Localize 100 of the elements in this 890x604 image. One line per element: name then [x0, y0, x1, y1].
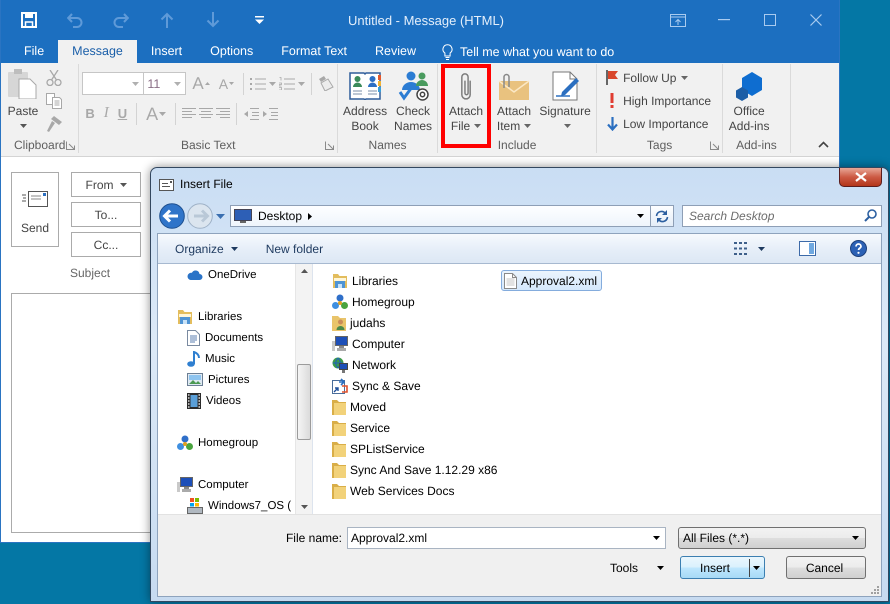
- file-item[interactable]: Moved: [329, 396, 392, 417]
- help-icon[interactable]: [850, 240, 867, 257]
- preview-pane-icon[interactable]: [799, 241, 816, 256]
- signature-document-icon: [550, 71, 580, 101]
- nav-scrollbar[interactable]: [295, 264, 312, 514]
- folder-icon: [332, 440, 346, 456]
- file-name-field[interactable]: Approval2.xml: [347, 527, 666, 549]
- ribbon-tab[interactable]: Options: [196, 40, 268, 63]
- maximize-icon[interactable]: [764, 14, 776, 26]
- tag-option[interactable]: Follow Up: [604, 66, 714, 89]
- dropdown-caret-icon[interactable]: [637, 214, 644, 218]
- scroll-up-icon[interactable]: [300, 269, 308, 273]
- globe-monitor-icon: [332, 356, 348, 372]
- ribbon-tab[interactable]: Format Text: [267, 40, 362, 63]
- folder-icon: [332, 462, 346, 478]
- organize-button[interactable]: Organize: [175, 242, 238, 256]
- message-body-field[interactable]: [11, 293, 153, 533]
- close-icon: [854, 172, 866, 182]
- ribbon-button[interactable]: Address Book: [341, 68, 390, 134]
- group-label: Names: [368, 138, 407, 152]
- nav-tree-item[interactable]: Music: [158, 348, 295, 369]
- caret-icon[interactable]: [758, 246, 765, 250]
- group-label: Include: [498, 138, 536, 152]
- file-item[interactable]: Sync And Save 1.12.29 x86: [329, 459, 502, 480]
- ribbon-button[interactable]: Attach Item: [494, 68, 534, 134]
- cc-button[interactable]: Cc...: [71, 232, 141, 257]
- insert-split-button[interactable]: Insert: [680, 556, 765, 579]
- to-button[interactable]: To...: [71, 202, 141, 227]
- nav-tree-item[interactable]: Videos: [158, 390, 295, 411]
- sync-shortcut-icon: [332, 378, 348, 394]
- nav-tree-item[interactable]: OneDrive: [158, 264, 295, 285]
- address-bar[interactable]: Desktop: [230, 205, 650, 227]
- people-check-icon: [398, 71, 429, 101]
- file-item[interactable]: Libraries: [329, 270, 404, 291]
- file-type-dropdown[interactable]: All Files (*.*): [678, 527, 866, 549]
- music-note-icon: [187, 350, 200, 366]
- nav-tree-item[interactable]: Computer: [158, 474, 295, 495]
- ribbon-tab[interactable]: File: [10, 40, 58, 63]
- close-icon[interactable]: [810, 14, 822, 26]
- save-icon[interactable]: [21, 12, 37, 28]
- tag-option[interactable]: Low Importance: [604, 112, 714, 135]
- minimize-icon[interactable]: [718, 19, 730, 21]
- attach-file-button[interactable]: Attach File: [445, 68, 488, 134]
- ribbon-tab[interactable]: Message: [58, 40, 137, 63]
- dropdown-caret-icon[interactable]: [653, 536, 660, 540]
- file-item[interactable]: Web Services Docs: [329, 480, 460, 501]
- customize-icon[interactable]: [254, 16, 264, 24]
- search-field[interactable]: Search Desktop: [682, 205, 882, 227]
- ribbon-button[interactable]: Office Add-ins: [726, 68, 772, 134]
- file-item[interactable]: Sync & Save: [329, 375, 426, 396]
- drive-icon: [187, 498, 203, 514]
- group-label: Add-ins: [736, 138, 777, 152]
- exclamation-icon: [610, 93, 614, 108]
- scroll-down-icon[interactable]: [300, 505, 308, 509]
- new-folder-button[interactable]: New folder: [266, 242, 324, 256]
- group-label: Tags: [646, 138, 672, 152]
- dialog-title: Insert File: [180, 177, 233, 191]
- ribbon-button[interactable]: Check Names: [392, 68, 434, 134]
- file-item[interactable]: Approval2.xml: [501, 270, 602, 291]
- file-item[interactable]: Computer: [329, 333, 410, 354]
- tag-option[interactable]: High Importance: [604, 89, 714, 112]
- file-item[interactable]: Network: [329, 354, 402, 375]
- computer-icon: [177, 477, 193, 492]
- from-button[interactable]: From: [71, 172, 141, 197]
- subject-label: Subject: [70, 266, 110, 280]
- history-caret-icon[interactable]: [216, 214, 225, 218]
- nav-tree-item[interactable]: Windows7_OS (: [158, 495, 295, 514]
- dialog-button[interactable]: Cancel: [786, 556, 866, 579]
- ribbon-tab[interactable]: Insert: [136, 40, 196, 63]
- document-icon: [187, 330, 200, 346]
- ribbon-display-options-icon[interactable]: [670, 14, 686, 26]
- nav-tree-item[interactable]: Pictures: [158, 369, 295, 390]
- caret-icon: [298, 82, 306, 86]
- nav-tree-item[interactable]: Documents: [158, 327, 295, 348]
- nav-tree-item[interactable]: Libraries: [158, 306, 295, 327]
- file-item[interactable]: SPListService: [329, 438, 430, 459]
- close-button[interactable]: [839, 168, 882, 187]
- nav-tree-item[interactable]: Homegroup: [158, 432, 295, 453]
- dialog-launcher-icon[interactable]: [710, 140, 719, 150]
- computer-icon: [332, 336, 348, 351]
- library-folder-icon: [332, 274, 348, 288]
- file-item[interactable]: judahs: [329, 312, 390, 333]
- tools-button[interactable]: Tools: [610, 560, 664, 574]
- send-button[interactable]: Send: [11, 172, 59, 247]
- chevron-up-icon[interactable]: [818, 141, 829, 148]
- file-item[interactable]: Homegroup: [329, 291, 420, 312]
- caret-icon: [174, 82, 182, 86]
- tell-me-search[interactable]: Tell me what you want to do: [460, 44, 614, 58]
- down-arrow-icon: [606, 116, 618, 130]
- network-nodes-icon: [177, 434, 193, 450]
- ribbon-button[interactable]: Signature: [537, 68, 594, 134]
- ribbon-tab[interactable]: Review: [361, 40, 430, 63]
- breadcrumb-arrow-icon[interactable]: [308, 212, 312, 220]
- flag-icon: [606, 70, 618, 85]
- scrollbar-thumb[interactable]: [297, 364, 311, 440]
- file-name-label: File name:: [286, 531, 342, 545]
- address-segment[interactable]: Desktop: [258, 209, 302, 223]
- refresh-button[interactable]: [650, 205, 674, 227]
- file-item[interactable]: Service: [329, 417, 396, 438]
- views-icon[interactable]: [734, 242, 748, 255]
